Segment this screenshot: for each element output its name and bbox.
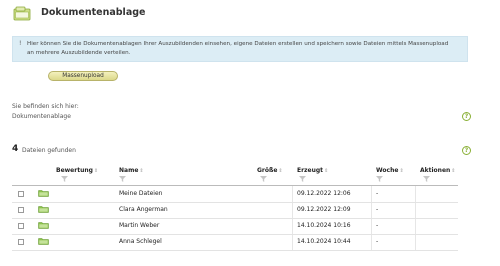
row-checkbox[interactable] <box>18 207 24 213</box>
row-checkbox[interactable] <box>18 223 24 229</box>
row-name[interactable]: Anna Schlegel <box>119 238 162 245</box>
column-header-actions: Aktionen⇕ <box>420 167 456 174</box>
help-icon[interactable]: ? <box>462 112 471 121</box>
info-icon: ! <box>19 40 22 47</box>
filter-icon[interactable] <box>423 176 430 182</box>
table-row[interactable]: Meine Dateien 09.12.2022 12:06 - <box>12 186 458 203</box>
filter-icon[interactable] <box>119 176 126 182</box>
filter-icon[interactable] <box>61 176 68 182</box>
help-icon[interactable]: ? <box>462 146 471 155</box>
filter-icon[interactable] <box>260 176 267 182</box>
result-count-label: Dateien gefunden <box>22 147 76 154</box>
result-count: 4 <box>12 144 19 154</box>
row-checkbox[interactable] <box>18 191 24 197</box>
sort-icon[interactable]: ⇕ <box>139 168 143 174</box>
info-text: Hier können Sie die Dokumentenablagen Ih… <box>27 41 449 56</box>
folder-icon[interactable] <box>38 221 49 229</box>
row-week: - <box>376 222 379 229</box>
folder-icon[interactable] <box>38 189 49 197</box>
row-created: 14.10.2024 10:16 <box>297 222 351 229</box>
filter-icon[interactable] <box>376 176 383 182</box>
row-created: 14.10.2024 10:44 <box>297 238 351 245</box>
folder-icon[interactable] <box>38 237 49 245</box>
column-header-week[interactable]: Woche⇕ <box>376 167 404 174</box>
breadcrumb[interactable]: Dokumentenablage <box>12 113 71 120</box>
folder-icon[interactable] <box>38 205 49 213</box>
row-week: - <box>376 238 379 245</box>
column-header-name[interactable]: Name⇕ <box>119 167 144 174</box>
row-week: - <box>376 190 379 197</box>
sort-icon[interactable]: ⇕ <box>94 168 98 174</box>
row-checkbox[interactable] <box>18 239 24 245</box>
row-created: 09.12.2022 12:06 <box>297 190 351 197</box>
table-row[interactable]: Clara Angerman 09.12.2022 12:09 - <box>12 202 458 219</box>
row-name[interactable]: Martin Weber <box>119 222 159 229</box>
row-name[interactable]: Clara Angerman <box>119 206 168 213</box>
table-row[interactable]: Martin Weber 14.10.2024 10:16 - <box>12 218 458 235</box>
filter-icon[interactable] <box>299 176 306 182</box>
column-header-rating[interactable]: Bewertung⇕ <box>56 167 98 174</box>
folder-stack-icon <box>13 6 31 21</box>
breadcrumb-label: Sie befinden sich hier: <box>12 103 79 110</box>
sort-icon[interactable]: ⇕ <box>278 168 282 174</box>
sort-icon[interactable]: ⇕ <box>399 168 403 174</box>
sort-icon[interactable]: ⇕ <box>451 168 455 174</box>
row-name[interactable]: Meine Dateien <box>119 190 162 197</box>
row-created: 09.12.2022 12:09 <box>297 206 351 213</box>
info-box: ! Hier können Sie die Dokumentenablagen … <box>12 36 468 62</box>
row-week: - <box>376 206 379 213</box>
mass-upload-button[interactable]: Massenupload <box>48 71 118 81</box>
column-header-size[interactable]: Größe⇕ <box>257 167 283 174</box>
page-title: Dokumentenablage <box>41 7 146 18</box>
sort-icon[interactable]: ⇕ <box>324 168 328 174</box>
column-header-created[interactable]: Erzeugt⇕ <box>297 167 328 174</box>
table-row[interactable]: Anna Schlegel 14.10.2024 10:44 - <box>12 234 458 251</box>
